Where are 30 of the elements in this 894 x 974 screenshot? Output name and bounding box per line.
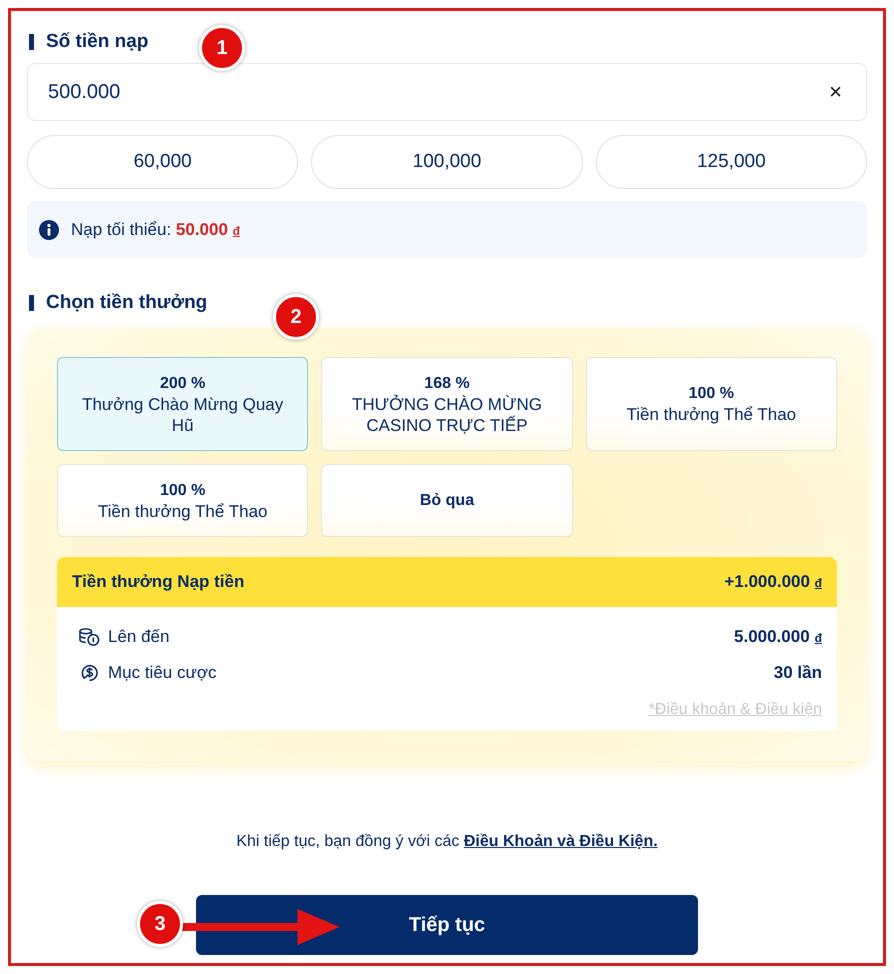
step-badge: 1 xyxy=(199,25,245,71)
summary-value: 30 lần xyxy=(774,663,822,683)
continue-button[interactable]: Tiếp tục xyxy=(196,895,698,955)
info-icon xyxy=(39,220,59,240)
minimum-deposit-text: Nạp tối thiểu: 50.000 đ xyxy=(71,220,240,240)
terms-link[interactable]: Điều Khoản và Điều Kiện. xyxy=(464,833,658,850)
preset-amount-button[interactable]: 60,000 xyxy=(27,135,298,189)
coins-icon xyxy=(79,627,100,647)
step-badge: 2 xyxy=(273,294,319,340)
dollar-cycle-icon xyxy=(79,663,100,683)
consent-text: Khi tiếp tục, bạn đồng ý với các Điều Khoản và Điều Kiện. xyxy=(235,833,659,851)
amount-field[interactable]: 500.000 × xyxy=(27,63,867,121)
summary-value: 5.000.000 đ xyxy=(734,627,822,647)
bonus-option-card[interactable]: 200 % Thưởng Chào Mừng Quay Hũ xyxy=(57,357,308,451)
clear-button[interactable]: × xyxy=(825,79,846,105)
summary-label: Lên đến xyxy=(108,627,170,647)
heading-marker xyxy=(29,295,34,311)
preset-amount-button[interactable]: 100,000 xyxy=(311,135,583,189)
summary-title: Tiền thưởng Nạp tiền xyxy=(72,572,244,592)
bonus-option-card[interactable]: 100 % Tiền thưởng Thể Thao xyxy=(586,357,837,451)
section-heading: Chọn tiền thưởng xyxy=(46,292,208,314)
section-heading: Số tiền nạp xyxy=(46,31,148,53)
skip-option-card[interactable]: Bỏ qua xyxy=(321,464,573,537)
step-badge: 3 xyxy=(137,901,183,947)
bonus-amount: +1.000.000 đ xyxy=(724,572,822,592)
bonus-option-card[interactable]: 168 % THƯỞNG CHÀO MỪNG CASINO TRỰC TIẾP xyxy=(321,357,573,451)
summary-label: Mục tiêu cược xyxy=(108,663,218,683)
preset-amount-button[interactable]: 125,000 xyxy=(596,135,867,189)
heading-marker xyxy=(29,34,34,50)
bonus-option-card[interactable]: 100 % Tiền thưởng Thể Thao xyxy=(57,464,308,537)
